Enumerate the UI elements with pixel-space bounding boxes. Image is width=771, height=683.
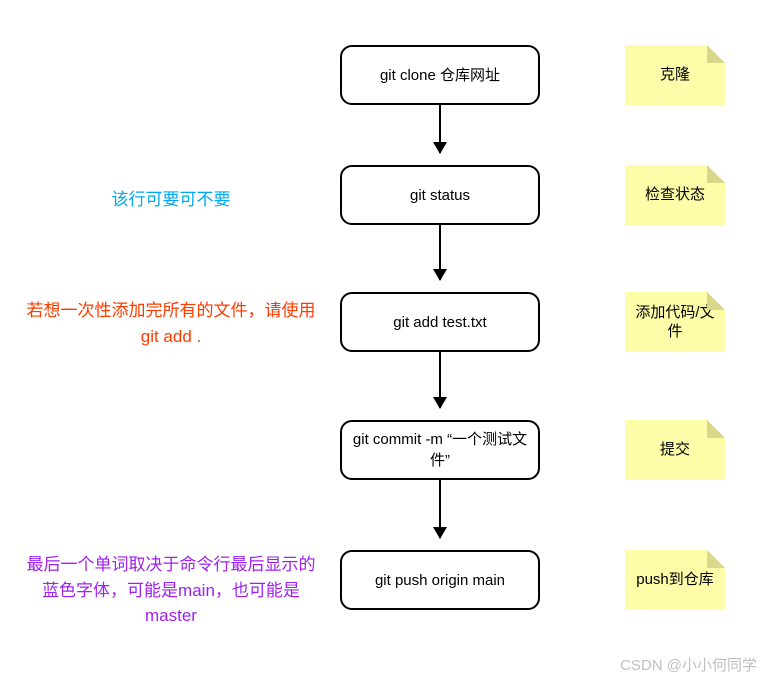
command-text: git push origin main (375, 570, 505, 591)
command-box-3: git commit -m “一个测试文件” (340, 420, 540, 480)
command-box-0: git clone 仓库网址 (340, 45, 540, 105)
command-box-1: git status (340, 165, 540, 225)
command-text: git add test.txt (393, 312, 486, 333)
command-text: git status (410, 185, 470, 206)
watermark: CSDN @小小何同学 (620, 654, 757, 675)
command-box-2: git add test.txt (340, 292, 540, 352)
sticky-note-2: 添加代码/文件 (625, 292, 725, 352)
sticky-text: 克隆 (660, 65, 690, 85)
arrow-down-icon (439, 105, 441, 153)
arrow-down-icon (439, 480, 441, 538)
sticky-note-1: 检查状态 (625, 165, 725, 225)
annotation-1: 该行可要可不要 (26, 187, 316, 213)
command-text: git clone 仓库网址 (380, 65, 500, 86)
annotation-4: 最后一个单词取决于命令行最后显示的蓝色字体，可能是main，也可能是master (26, 552, 316, 629)
command-text: git commit -m “一个测试文件” (352, 429, 528, 471)
sticky-text: push到仓库 (636, 570, 714, 590)
sticky-note-3: 提交 (625, 420, 725, 480)
command-box-4: git push origin main (340, 550, 540, 610)
annotation-text: 最后一个单词取决于命令行最后显示的蓝色字体，可能是main，也可能是master (27, 555, 316, 625)
sticky-note-0: 克隆 (625, 45, 725, 105)
sticky-note-4: push到仓库 (625, 550, 725, 610)
sticky-text: 提交 (660, 440, 690, 460)
sticky-text: 检查状态 (645, 185, 705, 205)
annotation-text: 若想一次性添加完所有的文件，请使用git add . (27, 301, 316, 346)
arrow-down-icon (439, 225, 441, 280)
sticky-text: 添加代码/文件 (629, 303, 721, 342)
annotation-text: 该行可要可不要 (112, 190, 231, 209)
annotation-2: 若想一次性添加完所有的文件，请使用git add . (26, 298, 316, 349)
arrow-down-icon (439, 352, 441, 408)
